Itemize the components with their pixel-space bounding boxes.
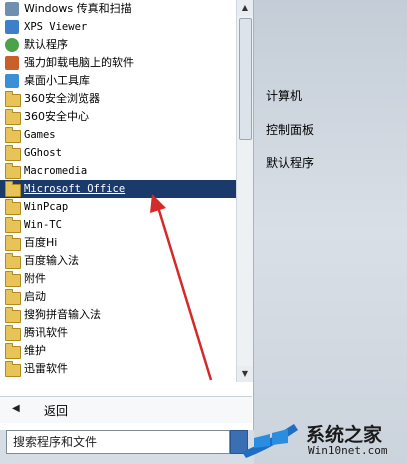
program-item[interactable]: 桌面小工具库 [0,72,236,90]
back-label: 返回 [44,404,69,418]
program-label: 百度输入法 [24,254,79,267]
folder-icon [5,361,21,377]
program-item[interactable]: 360安全浏览器 [0,90,236,108]
programs-pane: Windows 传真和扫描 XPS Viewer 默认程序强力卸载电脑上的软件 桌面小… [0,0,254,430]
scroll-up-button[interactable]: ▲ [237,0,253,16]
folder-icon [5,91,21,107]
program-item[interactable]: 启动 [0,288,236,306]
gadgets-icon [5,74,19,88]
program-label: 360安全中心 [24,110,89,123]
program-label: 默认程序 [24,38,68,51]
folder-icon [5,307,21,323]
program-item[interactable]: Games [0,126,236,144]
search-box[interactable] [6,430,230,454]
scroll-thumb[interactable] [239,18,252,140]
program-label: Games [24,129,56,141]
program-item[interactable]: 强力卸载电脑上的软件 [0,54,236,72]
program-label: 强力卸载电脑上的软件 [24,56,134,69]
program-label: XPS Viewer [24,21,88,33]
folder-icon [5,127,21,143]
folder-icon [5,109,21,125]
fax-scan-icon [5,2,19,16]
program-item[interactable]: 腾讯软件 [0,324,236,342]
scroll-down-button[interactable]: ▼ [237,366,253,382]
program-label: 维护 [24,344,46,357]
folder-icon [5,235,21,251]
folder-icon [5,181,21,197]
folder-icon [5,289,21,305]
program-item[interactable]: Macromedia [0,162,236,180]
program-item[interactable]: 维护 [0,342,236,360]
program-item[interactable]: Windows 传真和扫描 [0,0,236,18]
program-label: WinPcap [24,201,69,213]
watermark-url: Win10net.com [308,444,388,457]
program-label: Win-TC [24,219,62,231]
program-label: 搜狗拼音输入法 [24,308,101,321]
program-label: 360安全浏览器 [24,92,100,105]
menu-item-default-programs[interactable]: 默认程序 [266,154,314,171]
program-item[interactable]: 附件 [0,270,236,288]
program-item[interactable]: WinPcap [0,198,236,216]
program-item[interactable]: Microsoft Office [0,180,236,198]
scrollbar[interactable]: ▲ ▼ [236,0,253,382]
xps-viewer-icon [5,20,19,34]
program-item[interactable]: 迅雷软件 [0,360,236,378]
program-label: 腾讯软件 [24,326,68,339]
search-input[interactable] [7,432,229,452]
watermark-logo-icon [242,424,298,458]
folder-icon [5,199,21,215]
program-item[interactable]: 搜狗拼音输入法 [0,306,236,324]
program-item[interactable]: 默认程序 [0,36,236,54]
back-arrow-icon: ◀ [12,403,20,414]
menu-item-control-panel[interactable]: 控制面板 [266,121,314,138]
uninstaller-icon [5,56,19,70]
program-label: 桌面小工具库 [24,74,90,87]
folder-icon [5,145,21,161]
program-item[interactable]: GGhost [0,144,236,162]
program-label: GGhost [24,147,62,159]
menu-item-computer[interactable]: 计算机 [266,87,302,104]
program-label: Microsoft Office [24,183,126,195]
folder-icon [5,271,21,287]
folder-icon [5,163,21,179]
folder-icon [5,253,21,269]
folder-icon [5,343,21,359]
right-menu-pane: 计算机 控制面板 默认程序 [254,0,407,464]
program-label: 迅雷软件 [24,362,68,375]
program-item[interactable]: Win-TC [0,216,236,234]
program-item[interactable]: 360安全中心 [0,108,236,126]
folder-icon [5,325,21,341]
program-item[interactable]: 百度Hi [0,234,236,252]
program-label: 附件 [24,272,46,285]
program-label: Macromedia [24,165,88,177]
program-item[interactable]: XPS Viewer [0,18,236,36]
program-label: 百度Hi [24,236,58,249]
default-programs-icon [5,38,19,52]
back-button[interactable]: ◀ 返回 [0,396,252,423]
program-item[interactable]: 百度输入法 [0,252,236,270]
folder-icon [5,217,21,233]
program-label: Windows 传真和扫描 [24,2,132,15]
program-label: 启动 [24,290,46,303]
program-list: Windows 传真和扫描 XPS Viewer 默认程序强力卸载电脑上的软件 桌面小… [0,0,236,382]
watermark-title: 系统之家 [306,424,383,446]
